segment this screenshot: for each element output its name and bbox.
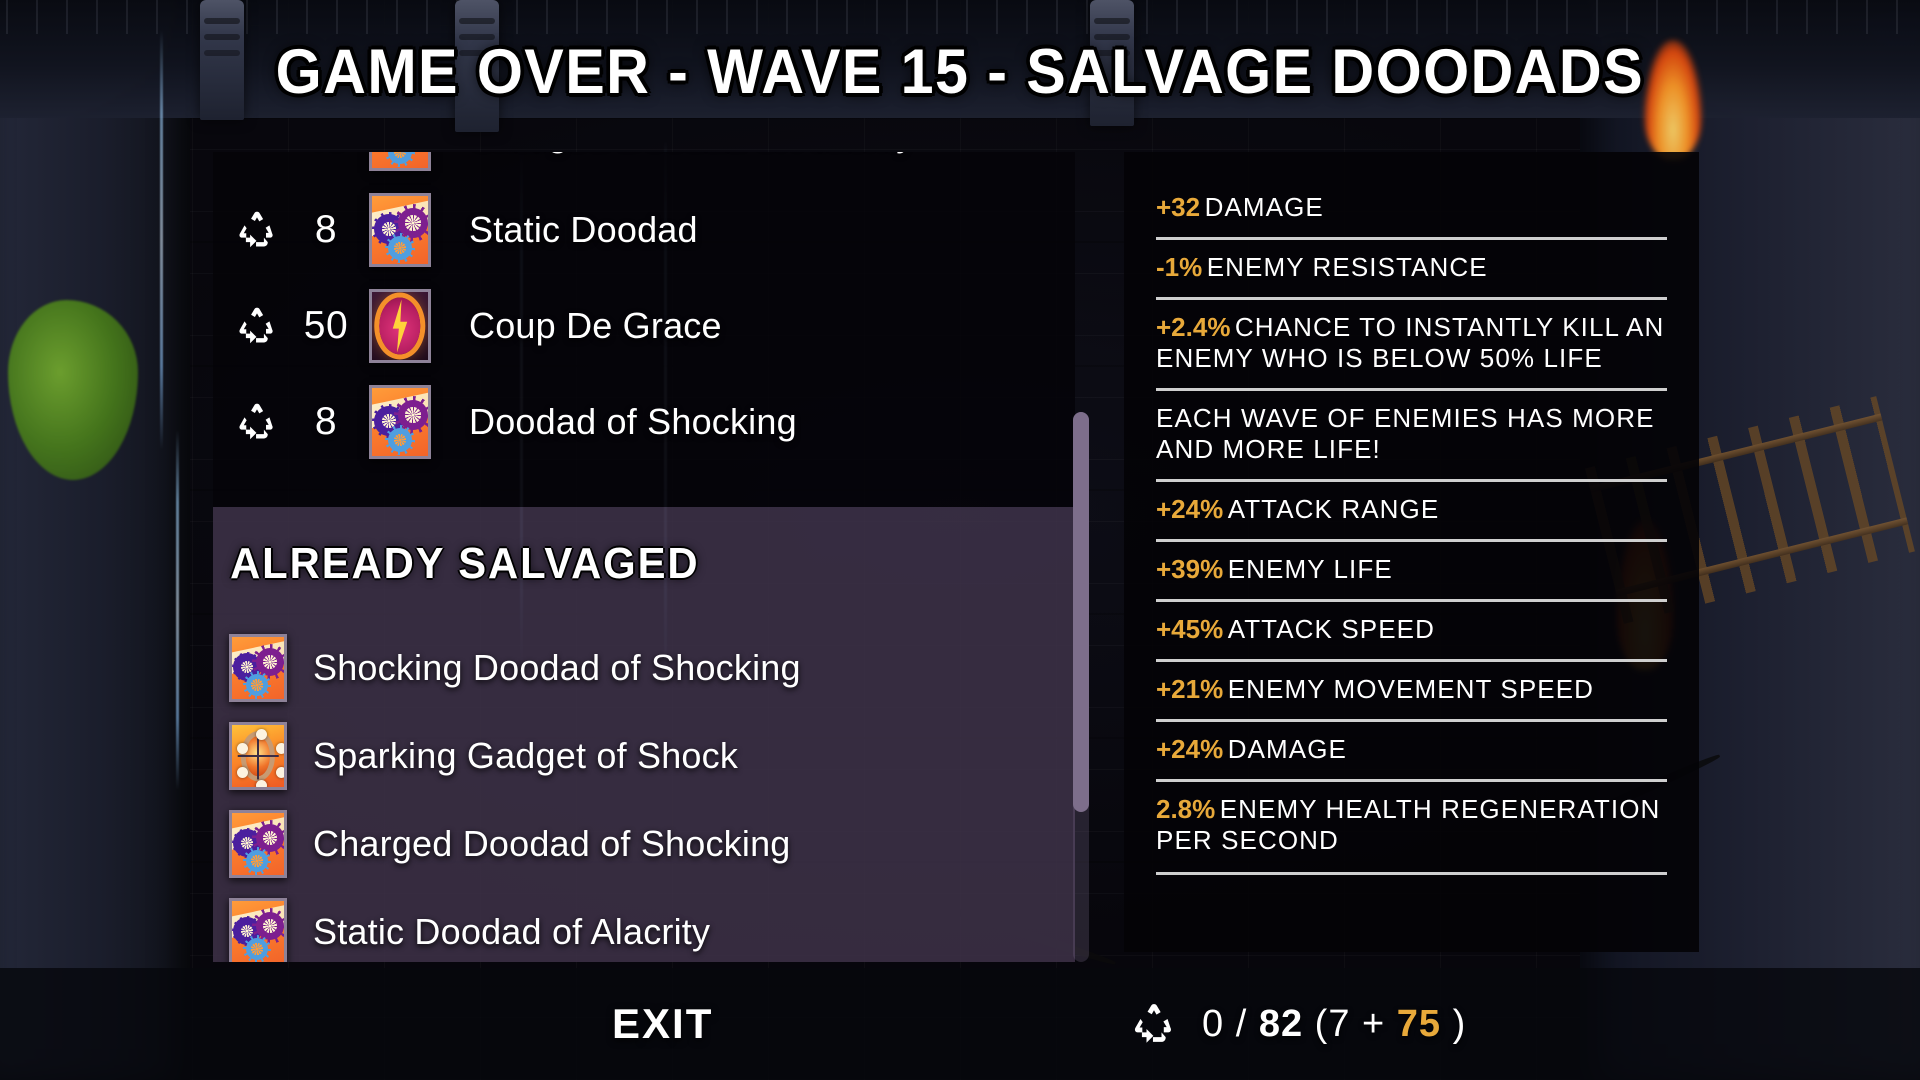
stat-text: CHANCE TO INSTANTLY KILL AN ENEMY WHO IS… — [1156, 312, 1665, 373]
item-icon-gear — [229, 898, 287, 962]
salvage-counter: 0 / 82 (7 + 75 ) — [1128, 1000, 1466, 1048]
recycle-icon — [1128, 1000, 1180, 1048]
counter-breakdown-open: (7 + — [1314, 1002, 1397, 1045]
stat-row: +21% ENEMY MOVEMENT SPEED — [1156, 659, 1667, 719]
stat-row: EACH WAVE OF ENEMIES HAS MORE AND MORE L… — [1156, 388, 1667, 479]
counter-text: 0 / 82 (7 + 75 ) — [1202, 1003, 1466, 1046]
offer-cost: 8 — [314, 208, 338, 251]
offer-cost: 45 — [283, 152, 369, 156]
offer-name: Charged Doodad of Alacrity — [469, 152, 914, 155]
gear-blue — [242, 670, 272, 699]
stat-text: ENEMY MOVEMENT SPEED — [1227, 674, 1595, 704]
stat-text: ENEMY HEALTH REGENERATION PER SECOND — [1156, 794, 1661, 855]
stat-row: -1% ENEMY RESISTANCE — [1156, 237, 1667, 297]
offer-row[interactable]: 8 Static Doodad — [213, 182, 1075, 278]
electric-arc — [176, 430, 179, 790]
item-icon-gear[interactable] — [369, 385, 431, 459]
counter-breakdown-close: ) — [1452, 1002, 1467, 1045]
recycle-icon — [231, 302, 283, 350]
recycle-icon — [231, 398, 283, 446]
salvaged-item-name: Charged Doodad of Shocking — [313, 823, 791, 864]
target-dot — [237, 743, 248, 754]
recycle-icon — [231, 206, 283, 254]
item-icon-gear[interactable] — [369, 152, 431, 171]
title-bar: GAME OVER - WAVE 15 - SALVAGE DOODADS — [0, 36, 1920, 116]
offer-name: Static Doodad — [469, 209, 698, 250]
stat-value: +24% — [1156, 734, 1224, 764]
item-icon-target — [229, 722, 287, 790]
item-icon-gear[interactable] — [369, 193, 431, 267]
gear-blue — [242, 934, 272, 962]
stat-row: +39% ENEMY LIFE — [1156, 539, 1667, 599]
salvaged-list-item[interactable]: Sparking Gadget of Shock — [213, 717, 1075, 795]
salvage-offers-list[interactable]: 45 Charged Doodad of Alacrity 8 Static D… — [213, 152, 1075, 507]
gear-blue — [384, 424, 416, 456]
stat-value: +39% — [1156, 554, 1224, 584]
stat-text: EACH WAVE OF ENEMIES HAS MORE AND MORE L… — [1156, 403, 1655, 464]
counter-current: 0 — [1202, 1002, 1225, 1045]
counter-total: 82 — [1258, 1002, 1304, 1045]
offer-row[interactable]: 45 Charged Doodad of Alacrity — [213, 152, 1075, 182]
salvaged-item-name: Shocking Doodad of Shocking — [313, 647, 801, 688]
stat-row: +24% DAMAGE — [1156, 719, 1667, 779]
stat-row: +2.4% CHANCE TO INSTANTLY KILL AN ENEMY … — [1156, 297, 1667, 388]
stat-text: ATTACK RANGE — [1227, 494, 1440, 524]
recycle-icon — [231, 152, 283, 158]
salvaged-item-name: Static Doodad of Alacrity — [313, 911, 711, 952]
offer-row[interactable]: 8 Doodad of Shocking — [213, 374, 1075, 470]
stat-value: -1% — [1156, 252, 1203, 282]
offer-row[interactable]: 50 Coup De Grace — [213, 278, 1075, 374]
already-salvaged-panel[interactable]: ALREADY SALVAGED Shocking Doodad of Shoc… — [213, 507, 1075, 962]
left-scrollbar-thumb[interactable] — [1073, 412, 1089, 812]
stat-row: +45% ATTACK SPEED — [1156, 599, 1667, 659]
already-salvaged-heading: ALREADY SALVAGED — [230, 539, 700, 588]
stat-text: DAMAGE — [1227, 734, 1347, 764]
target-dot — [256, 729, 267, 740]
target-dot — [276, 743, 284, 754]
stat-value: 2.8% — [1156, 794, 1216, 824]
stat-text: DAMAGE — [1204, 192, 1324, 222]
page-title: GAME OVER - WAVE 15 - SALVAGE DOODADS — [275, 37, 1645, 107]
counter-breakdown-bonus: 75 — [1396, 1002, 1442, 1045]
stat-value: +32 — [1156, 192, 1201, 222]
exit-button[interactable]: EXIT — [612, 1000, 713, 1048]
target-dot — [237, 767, 248, 778]
offer-cost: 50 — [303, 304, 349, 347]
salvaged-list-item[interactable]: Charged Doodad of Shocking — [213, 805, 1075, 883]
counter-separator: / — [1235, 1002, 1248, 1045]
stats-list: +32 DAMAGE -1% ENEMY RESISTANCE +2.4% CH… — [1124, 152, 1699, 875]
gear-blue — [384, 152, 416, 168]
item-icon-gear — [229, 810, 287, 878]
item-icon-bolt[interactable] — [369, 289, 431, 363]
stat-text: ENEMY LIFE — [1227, 554, 1393, 584]
offer-name: Doodad of Shocking — [469, 401, 797, 442]
stat-value: +2.4% — [1156, 312, 1231, 342]
offer-name: Coup De Grace — [469, 305, 722, 346]
item-icon-gear — [229, 634, 287, 702]
stat-row: +32 DAMAGE — [1156, 180, 1667, 237]
salvaged-item-name: Sparking Gadget of Shock — [313, 735, 739, 776]
offer-cost: 8 — [314, 400, 338, 443]
stat-text: ENEMY RESISTANCE — [1206, 252, 1488, 282]
gear-blue — [242, 846, 272, 875]
salvaged-list-item[interactable]: Static Doodad of Alacrity — [213, 893, 1075, 962]
gear-blue — [384, 232, 416, 264]
stat-value: +21% — [1156, 674, 1224, 704]
target-dot — [276, 767, 284, 778]
stat-text: ATTACK SPEED — [1227, 614, 1435, 644]
stat-row: 2.8% ENEMY HEALTH REGENERATION PER SECON… — [1156, 779, 1667, 875]
salvaged-list-item[interactable]: Shocking Doodad of Shocking — [213, 629, 1075, 707]
stat-row: +24% ATTACK RANGE — [1156, 479, 1667, 539]
bottom-bar: EXIT 0 / 82 (7 + 75 ) — [0, 968, 1920, 1080]
stats-panel: +32 DAMAGE -1% ENEMY RESISTANCE +2.4% CH… — [1124, 152, 1699, 952]
target-dot — [256, 780, 267, 787]
stat-value: +24% — [1156, 494, 1224, 524]
stat-value: +45% — [1156, 614, 1224, 644]
salvage-left-panel: 45 Charged Doodad of Alacrity 8 Static D… — [213, 152, 1089, 962]
